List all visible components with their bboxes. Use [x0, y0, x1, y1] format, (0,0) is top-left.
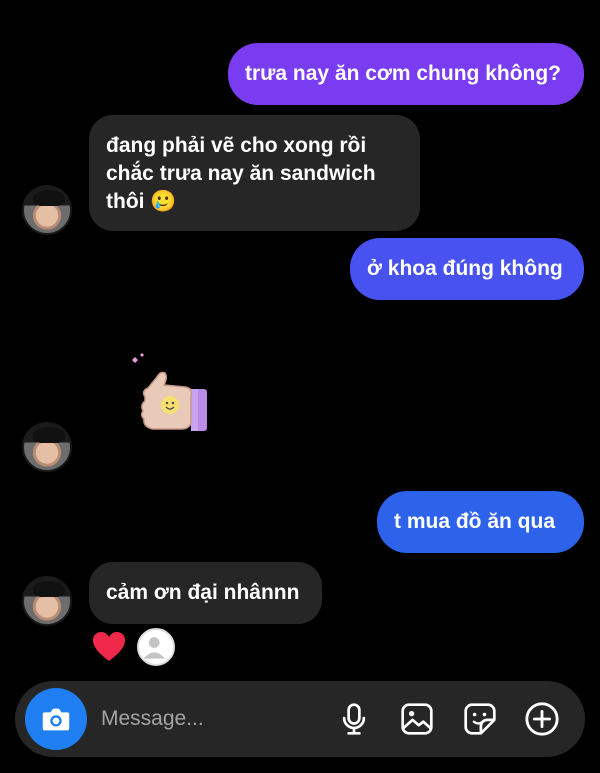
- thumbs-up-sticker-icon[interactable]: [123, 347, 213, 437]
- gallery-button[interactable]: [398, 700, 436, 738]
- outgoing-message[interactable]: t mua đồ ăn qua: [377, 491, 584, 553]
- microphone-button[interactable]: [335, 700, 373, 738]
- incoming-message[interactable]: đang phải vẽ cho xong rồi chắc trưa nay …: [89, 115, 420, 231]
- microphone-icon: [342, 703, 366, 735]
- camera-icon: [42, 708, 70, 731]
- gallery-icon: [401, 703, 433, 735]
- contact-avatar[interactable]: [22, 422, 72, 472]
- sticker-button[interactable]: [461, 700, 499, 738]
- seen-avatar-icon: [137, 628, 175, 666]
- sticker-icon: [464, 703, 496, 735]
- more-options-button[interactable]: [523, 700, 561, 738]
- contact-avatar[interactable]: [22, 576, 72, 626]
- plus-circle-icon: [525, 702, 559, 736]
- outgoing-message[interactable]: ở khoa đúng không: [350, 238, 584, 300]
- message-input[interactable]: [101, 702, 311, 736]
- heart-reaction-icon[interactable]: [92, 630, 126, 664]
- contact-avatar[interactable]: [22, 185, 72, 235]
- message-composer: [15, 681, 585, 757]
- outgoing-message[interactable]: trưa nay ăn cơm chung không?: [228, 43, 584, 105]
- camera-button[interactable]: [25, 688, 87, 750]
- incoming-message[interactable]: cảm ơn đại nhânnn: [89, 562, 322, 624]
